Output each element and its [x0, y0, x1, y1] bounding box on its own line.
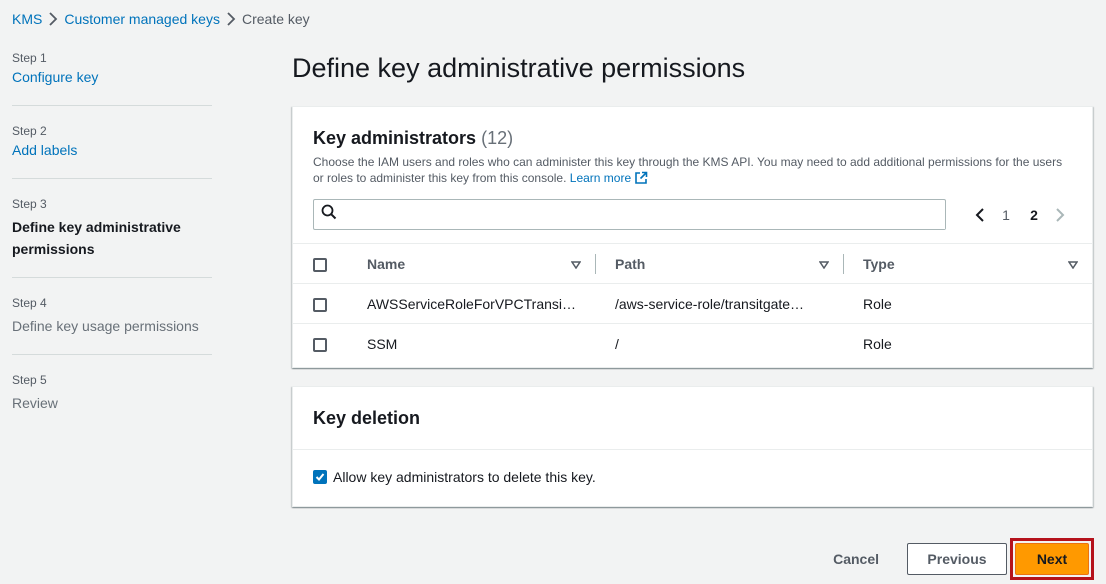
row-path: /aws-service-role/transitgate…	[615, 295, 805, 312]
name-cell: SSM	[347, 324, 595, 364]
row-select-cell	[293, 284, 347, 324]
allow-deletion-label[interactable]: Allow key administrators to delete this …	[333, 469, 596, 485]
admin-count: (12)	[481, 128, 514, 148]
row-select-cell	[293, 324, 347, 364]
pagination-next-icon	[1048, 207, 1072, 223]
key-deletion-panel: Key deletion Allow key administrators to…	[292, 386, 1093, 507]
column-path-label: Path	[615, 255, 646, 272]
previous-button[interactable]: Previous	[907, 543, 1007, 575]
table-row[interactable]: SSM / Role	[293, 324, 1092, 364]
type-cell: Role	[843, 324, 1092, 364]
step-usage-permissions-title: Define key usage permissions	[12, 318, 199, 334]
table-header-row: Name Path Type	[293, 243, 1092, 284]
breadcrumb-kms-link[interactable]: KMS	[12, 11, 42, 27]
step-2: Step 2 Add labels	[12, 123, 212, 179]
panel-title: Key deletion	[313, 408, 421, 428]
pagination-page-2[interactable]: 2	[1020, 207, 1048, 223]
next-button[interactable]: Next	[1015, 543, 1089, 575]
step-4: Step 4 Define key usage permissions	[12, 295, 212, 355]
row-type: Role	[863, 335, 892, 352]
step-number: Step 1	[12, 51, 47, 65]
column-header-type[interactable]: Type	[843, 244, 1092, 284]
breadcrumb-customer-managed-keys-link[interactable]: Customer managed keys	[64, 11, 220, 27]
column-header-name[interactable]: Name	[347, 244, 595, 284]
deletion-option[interactable]: Allow key administrators to delete this …	[293, 449, 1092, 504]
checkmark-icon	[315, 473, 325, 481]
sort-caret-icon	[570, 256, 582, 272]
chevron-right-icon	[42, 12, 64, 26]
row-type: Role	[863, 295, 892, 312]
chevron-right-icon	[220, 12, 242, 26]
select-all-checkbox[interactable]	[313, 257, 327, 272]
panel-title: Key administrators (12)	[313, 127, 1072, 149]
learn-more-label: Learn more	[569, 171, 632, 185]
column-type-label: Type	[863, 255, 895, 272]
learn-more-link[interactable]: Learn more	[570, 171, 648, 185]
cancel-button[interactable]: Cancel	[813, 543, 899, 575]
step-configure-key-link[interactable]: Configure key	[12, 69, 98, 85]
step-5: Step 5 Review	[12, 372, 212, 431]
type-cell: Role	[843, 284, 1092, 324]
breadcrumb: KMS Customer managed keys Create key	[12, 9, 310, 29]
row-name: AWSServiceRoleForVPCTransit…	[367, 295, 577, 312]
page-title: Define key administrative permissions	[292, 53, 746, 83]
select-all-cell	[293, 244, 347, 284]
name-cell: AWSServiceRoleForVPCTransit…	[347, 284, 595, 324]
breadcrumb-current: Create key	[241, 11, 310, 27]
row-name: SSM	[367, 335, 398, 352]
panel-header: Key deletion	[293, 387, 1092, 429]
step-number: Step 4	[12, 296, 47, 310]
row-checkbox[interactable]	[313, 337, 327, 352]
column-divider[interactable]	[595, 254, 596, 274]
external-link-icon	[634, 171, 648, 189]
wizard-steps: Step 1 Configure key Step 2 Add labels S…	[12, 50, 212, 448]
step-number: Step 2	[12, 124, 47, 138]
column-header-path[interactable]: Path	[595, 244, 843, 284]
search-box[interactable]	[313, 199, 946, 230]
sort-caret-icon	[818, 256, 830, 272]
wizard-actions: Cancel Previous Next	[813, 538, 1094, 580]
step-add-labels-link[interactable]: Add labels	[12, 142, 77, 158]
table-toolbar: 1 2	[313, 199, 1072, 230]
panel-description: Choose the IAM users and roles who can a…	[313, 154, 1072, 189]
pagination-page-1[interactable]: 1	[992, 207, 1020, 223]
table-row[interactable]: AWSServiceRoleForVPCTransit… /aws-servic…	[293, 284, 1092, 324]
column-divider[interactable]	[843, 254, 844, 274]
pagination: 1 2	[968, 207, 1072, 223]
pagination-previous-icon[interactable]	[968, 207, 992, 223]
administrators-table: Name Path Type AWSServiceRoleForVPCTrans…	[293, 243, 1092, 364]
search-input[interactable]	[343, 200, 945, 229]
row-checkbox[interactable]	[313, 297, 327, 312]
column-name-label: Name	[367, 255, 406, 272]
allow-deletion-checkbox[interactable]	[313, 470, 327, 484]
row-path: /	[615, 335, 619, 352]
next-button-highlight: Next	[1010, 538, 1094, 580]
panel-header: Key administrators (12) Choose the IAM u…	[293, 107, 1092, 230]
search-icon	[321, 204, 337, 225]
step-current-title: Define key administrative permissions	[12, 219, 181, 257]
panel-title-text: Key administrators	[313, 128, 477, 148]
path-cell: /aws-service-role/transitgate…	[595, 284, 843, 324]
path-cell: /	[595, 324, 843, 364]
description-text: Choose the IAM users and roles who can a…	[313, 155, 1063, 185]
sort-caret-icon	[1067, 256, 1079, 272]
step-number: Step 3	[12, 197, 47, 211]
key-administrators-panel: Key administrators (12) Choose the IAM u…	[292, 106, 1093, 368]
step-review-title: Review	[12, 395, 58, 411]
step-number: Step 5	[12, 373, 47, 387]
step-1: Step 1 Configure key	[12, 50, 212, 106]
step-3: Step 3 Define key administrative permiss…	[12, 196, 212, 278]
